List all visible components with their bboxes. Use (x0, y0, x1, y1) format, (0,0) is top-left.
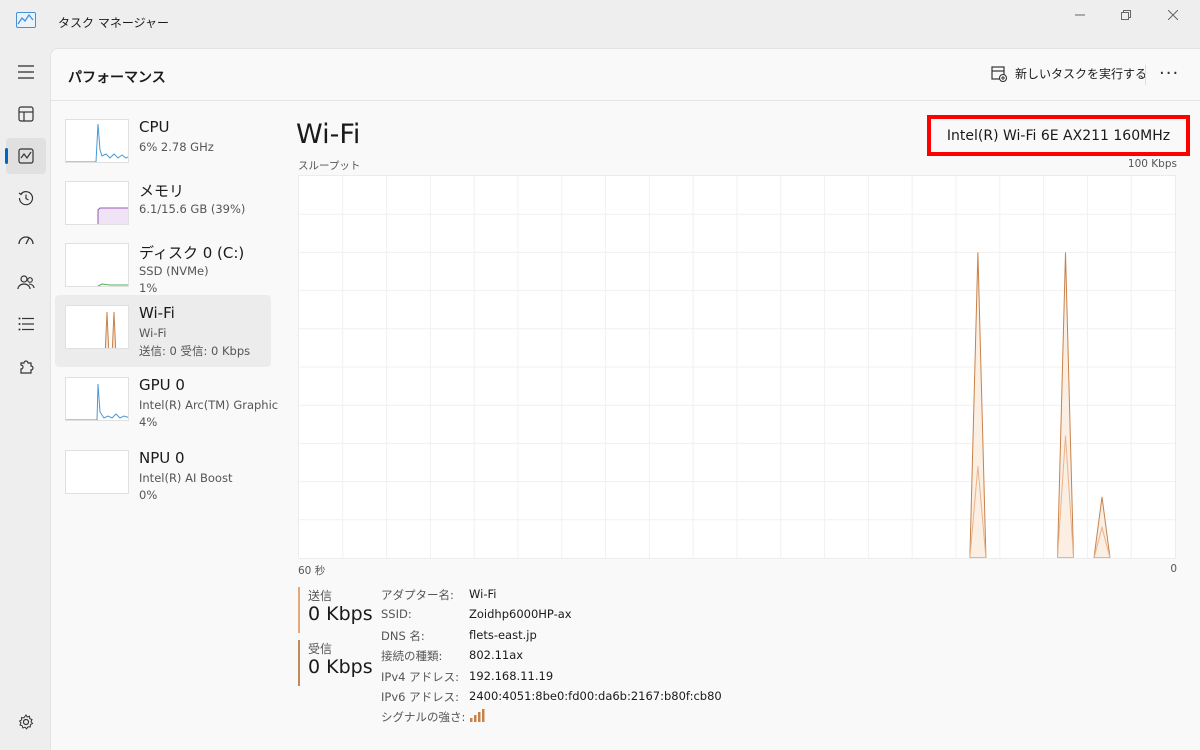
restore-button[interactable] (1103, 0, 1149, 30)
restore-icon (1121, 10, 1131, 20)
device-name: Wi-Fi (139, 304, 175, 322)
header-divider (1145, 65, 1146, 85)
receive-label: 受信 (308, 642, 333, 656)
x-axis-left-label: 60 秒 (298, 565, 326, 577)
page-title: パフォーマンス (68, 70, 166, 86)
property-key: DNS 名: (381, 629, 425, 643)
task-manager-app-icon (16, 12, 36, 28)
device-name: NPU 0 (139, 449, 185, 467)
property-value: Zoidhp6000HP-ax (469, 607, 572, 621)
device-name: GPU 0 (139, 376, 185, 394)
detail-title: Wi-Fi (296, 119, 361, 150)
device-stat: 送信: 0 受信: 0 Kbps (139, 344, 251, 358)
window-title: タスク マネージャー (58, 16, 169, 30)
navigation-rail (0, 48, 50, 750)
memory-thumbnail-graph (65, 181, 129, 225)
device-stat: 4% (139, 415, 158, 429)
property-key: シグナルの強さ: (381, 710, 466, 724)
minimize-button[interactable] (1057, 0, 1103, 30)
services-puzzle-icon[interactable] (6, 348, 46, 384)
run-task-label: 新しいタスクを実行する (1015, 67, 1148, 81)
title-bar: タスク マネージャー (0, 0, 1200, 48)
details-list-icon[interactable] (6, 306, 46, 342)
device-name: ディスク 0 (C:) (139, 244, 245, 262)
chart-grid (299, 176, 1175, 558)
minimize-icon (1075, 14, 1085, 16)
device-stat: Intel(R) Arc(TM) Graphic (139, 398, 279, 412)
settings-gear-icon[interactable] (6, 704, 46, 740)
page-header: パフォーマンス 新しいタスクを実行する ··· (51, 49, 1200, 101)
device-stat: 6.1/15.6 GB (39%) (139, 202, 246, 216)
throughput-chart (299, 176, 1175, 559)
performance-icon[interactable] (5, 138, 46, 174)
x-axis-right-label: 0 (1170, 563, 1177, 575)
history-icon[interactable] (6, 180, 46, 216)
send-label: 送信 (308, 589, 333, 603)
device-name: CPU (139, 118, 170, 136)
run-task-icon (991, 65, 1007, 82)
close-button[interactable] (1150, 0, 1196, 30)
device-stat: SSD (NVMe) (139, 264, 209, 278)
disk-thumbnail-graph (65, 243, 129, 287)
device-item-npu[interactable]: NPU 0 Intel(R) AI Boost 0% (55, 440, 271, 512)
receive-value: 0 Kbps (308, 656, 373, 678)
run-new-task-button[interactable]: 新しいタスクを実行する (991, 65, 1147, 82)
device-stat: 1% (139, 281, 158, 295)
property-key: アダプター名: (381, 588, 454, 602)
property-key: IPv6 アドレス: (381, 690, 459, 704)
property-value: 802.11ax (469, 648, 524, 662)
property-value: flets-east.jp (469, 628, 537, 642)
property-key: IPv4 アドレス: (381, 670, 459, 684)
processes-icon[interactable] (6, 96, 46, 132)
users-icon[interactable] (6, 264, 46, 300)
property-value: Wi-Fi (469, 587, 497, 601)
device-stat: 6% 2.78 GHz (139, 140, 214, 154)
property-value: 2400:4051:8be0:fd00:da6b:2167:b80f:cb80 (469, 689, 722, 703)
property-value: 192.168.11.19 (469, 669, 554, 683)
send-value: 0 Kbps (308, 603, 373, 625)
throughput-graph (298, 175, 1176, 559)
device-stat: Intel(R) AI Boost (139, 471, 233, 485)
graph-label: スループット (298, 160, 361, 172)
main-panel: パフォーマンス 新しいタスクを実行する ··· CPU 6% 2.78 GHz … (50, 48, 1200, 750)
close-icon (1168, 10, 1178, 20)
startup-speedometer-icon[interactable] (6, 222, 46, 258)
property-key: 接続の種類: (381, 649, 443, 663)
adapter-name: Intel(R) Wi-Fi 6E AX211 160MHz (927, 115, 1190, 156)
hamburger-menu-icon[interactable] (6, 54, 46, 90)
npu-thumbnail-graph (65, 450, 129, 494)
device-item-wifi[interactable]: Wi-Fi Wi-Fi 送信: 0 受信: 0 Kbps (55, 295, 271, 367)
graph-max-label: 100 Kbps (1127, 158, 1177, 170)
receive-stat: 受信 0 Kbps (298, 640, 378, 686)
device-stat: Wi-Fi (139, 326, 167, 340)
cpu-thumbnail-graph (65, 119, 129, 163)
property-key: SSID: (381, 607, 412, 621)
wifi-thumbnail-graph (65, 305, 129, 349)
more-options-button[interactable]: ··· (1159, 63, 1179, 84)
device-item-gpu[interactable]: GPU 0 Intel(R) Arc(TM) Graphic 4% (55, 367, 278, 439)
device-name: メモリ (139, 182, 185, 200)
gpu-thumbnail-graph (65, 377, 129, 421)
device-stat: 0% (139, 488, 158, 502)
signal-strength-icon (469, 707, 487, 726)
send-stat: 送信 0 Kbps (298, 587, 378, 633)
